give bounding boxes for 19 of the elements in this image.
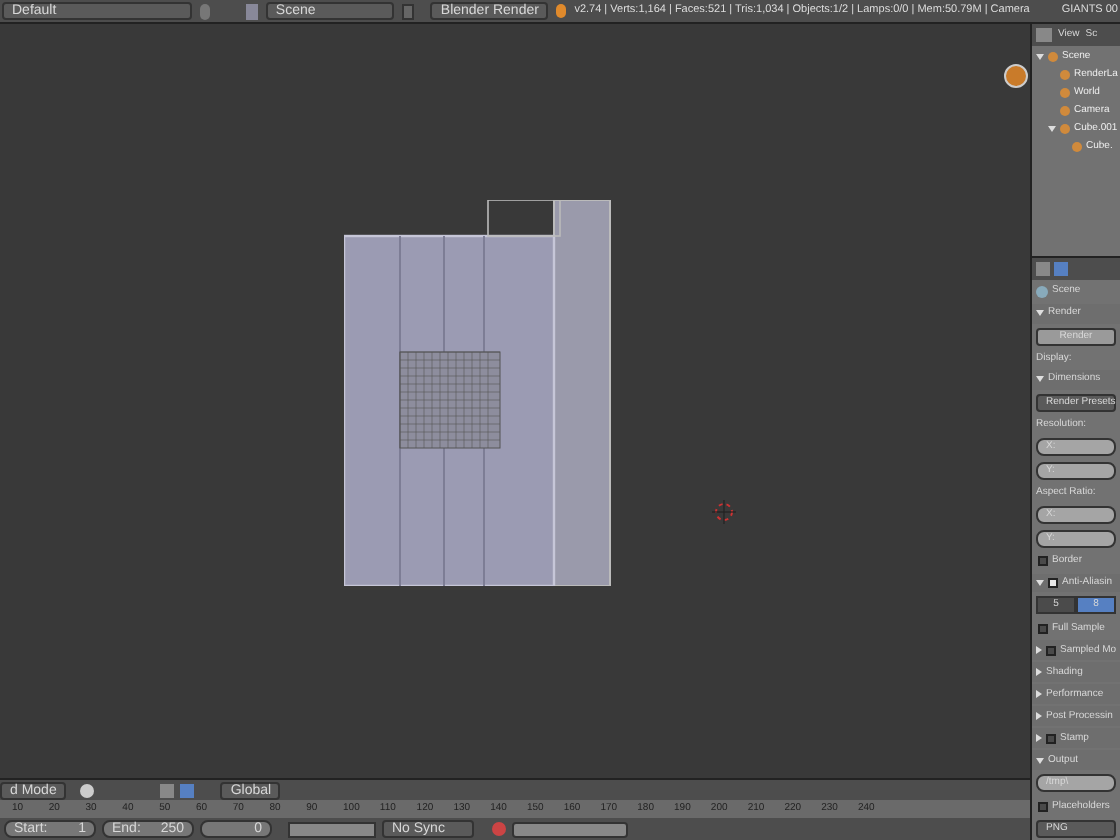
checkbox[interactable] (1038, 801, 1048, 812)
checkbox[interactable] (1038, 556, 1048, 567)
disclosure-triangle-icon[interactable] (1036, 668, 1042, 677)
shading-icon[interactable] (80, 783, 95, 797)
disclosure-triangle-icon[interactable] (1036, 310, 1044, 317)
blender-logo-icon (556, 4, 567, 18)
checkbox[interactable] (1038, 623, 1048, 634)
3d-cursor-icon (712, 500, 736, 524)
record-icon[interactable] (492, 822, 506, 836)
camera-icon (1004, 64, 1028, 88)
checkbox[interactable] (1046, 733, 1056, 744)
checkbox[interactable] (1048, 578, 1058, 589)
disclosure-triangle-icon[interactable] (1036, 690, 1042, 699)
keying-set-field[interactable] (512, 821, 628, 837)
disclosure-triangle-icon[interactable] (1036, 757, 1044, 764)
disclosure-triangle-icon[interactable] (1036, 712, 1042, 721)
checkbox[interactable] (1046, 645, 1056, 656)
disclosure-triangle-icon[interactable] (1036, 376, 1044, 383)
scene-icon (1036, 285, 1048, 298)
